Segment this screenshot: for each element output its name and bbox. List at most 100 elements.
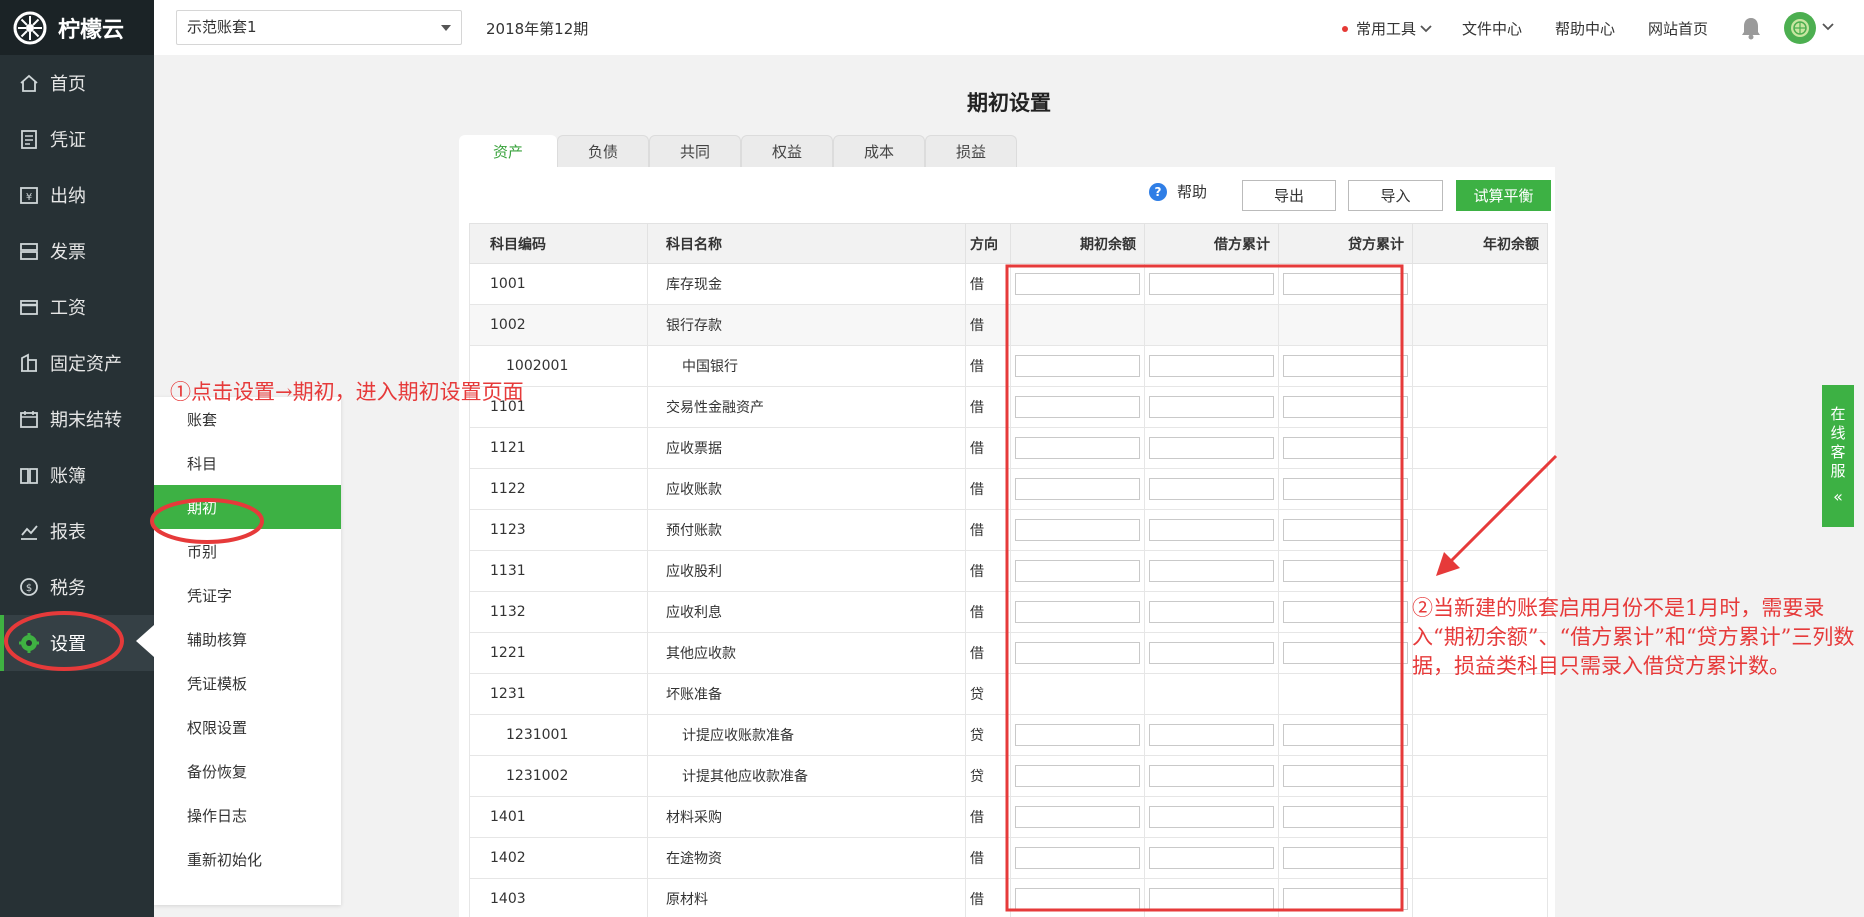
opening-balance-input[interactable] <box>1015 478 1140 500</box>
svg-text:$: $ <box>26 583 32 594</box>
debit-total-input[interactable] <box>1149 396 1274 418</box>
row-input-cell <box>1278 796 1413 838</box>
credit-total-input[interactable] <box>1283 273 1408 295</box>
opening-balance-input[interactable] <box>1015 355 1140 377</box>
row-year-opening <box>1412 755 1548 797</box>
sidebar-item-ledger[interactable]: 账簿 <box>0 447 154 503</box>
opening-balance-input[interactable] <box>1015 437 1140 459</box>
credit-total-input[interactable] <box>1283 765 1408 787</box>
trial-balance-button[interactable]: 试算平衡 <box>1456 180 1551 211</box>
sidebar-item-gear[interactable]: 设置 <box>0 615 154 671</box>
opening-balance-input[interactable] <box>1015 396 1140 418</box>
credit-total-input[interactable] <box>1283 396 1408 418</box>
sidebar-item-tax[interactable]: $ 税务 <box>0 559 154 615</box>
chevron-down-icon[interactable] <box>1822 22 1834 32</box>
debit-total-input[interactable] <box>1149 437 1274 459</box>
table-row: 1231001 计提应收账款准备贷 <box>469 714 1548 756</box>
opening-balance-input[interactable] <box>1015 560 1140 582</box>
logo[interactable]: 柠檬云 <box>0 0 154 55</box>
credit-total-input[interactable] <box>1283 888 1408 910</box>
opening-balance-input[interactable] <box>1015 601 1140 623</box>
opening-balance-input[interactable] <box>1015 519 1140 541</box>
credit-total-input[interactable] <box>1283 806 1408 828</box>
row-code: 1403 <box>469 878 648 917</box>
credit-total-input[interactable] <box>1283 601 1408 623</box>
website-home-link[interactable]: 网站首页 <box>1648 18 1708 39</box>
row-input-cell <box>1278 345 1413 387</box>
row-code: 1121 <box>469 427 648 469</box>
opening-balance-input[interactable] <box>1015 888 1140 910</box>
tools-menu[interactable]: 常用工具 <box>1342 18 1432 39</box>
debit-total-input[interactable] <box>1149 273 1274 295</box>
settings-menu-item-2[interactable]: 期初 <box>154 485 341 529</box>
help-button[interactable]: ? 帮助 <box>1149 181 1207 202</box>
opening-balance-table: 科目编码 科目名称 方向 期初余额 借方累计 贷方累计 年初余额 1001 库存现… <box>469 223 1548 917</box>
account-select[interactable]: 示范账套1 <box>176 10 462 45</box>
debit-total-input[interactable] <box>1149 724 1274 746</box>
sidebar-item-voucher[interactable]: 凭证 <box>0 111 154 167</box>
import-button[interactable]: 导入 <box>1348 180 1443 211</box>
sidebar-item-home[interactable]: 首页 <box>0 55 154 111</box>
sidebar-item-salary[interactable]: 工资 <box>0 279 154 335</box>
debit-total-input[interactable] <box>1149 888 1274 910</box>
debit-total-input[interactable] <box>1149 355 1274 377</box>
tab-0[interactable]: 资产 <box>459 135 557 167</box>
tab-2[interactable]: 共同 <box>649 135 741 167</box>
sidebar-item-period-close[interactable]: 期末结转 <box>0 391 154 447</box>
table-row: 1001 库存现金借 <box>469 263 1548 305</box>
sidebar-item-invoice[interactable]: 发票 <box>0 223 154 279</box>
sidebar-item-fixed-asset[interactable]: 固定资产 <box>0 335 154 391</box>
settings-menu-item-6[interactable]: 凭证模板 <box>154 661 341 705</box>
export-button[interactable]: 导出 <box>1242 180 1336 211</box>
opening-balance-input[interactable] <box>1015 847 1140 869</box>
help-center-link[interactable]: 帮助中心 <box>1555 18 1615 39</box>
sidebar-item-label: 设置 <box>50 634 86 655</box>
debit-total-input[interactable] <box>1149 642 1274 664</box>
opening-balance-input[interactable] <box>1015 273 1140 295</box>
credit-total-input[interactable] <box>1283 724 1408 746</box>
row-name: 原材料 <box>647 878 966 917</box>
sidebar-item-cashier[interactable]: ¥ 出纳 <box>0 167 154 223</box>
credit-total-input[interactable] <box>1283 519 1408 541</box>
settings-menu-item-4[interactable]: 凭证字 <box>154 573 341 617</box>
debit-total-input[interactable] <box>1149 806 1274 828</box>
opening-balance-input[interactable] <box>1015 724 1140 746</box>
settings-menu-item-7[interactable]: 权限设置 <box>154 705 341 749</box>
tax-icon: $ <box>20 578 38 596</box>
settings-menu-item-10[interactable]: 重新初始化 <box>154 837 341 881</box>
debit-total-input[interactable] <box>1149 601 1274 623</box>
settings-menu-item-5[interactable]: 辅助核算 <box>154 617 341 661</box>
credit-total-input[interactable] <box>1283 642 1408 664</box>
row-direction: 借 <box>965 345 1011 387</box>
online-service-button[interactable]: 在线客服 « <box>1822 385 1854 527</box>
settings-menu-item-9[interactable]: 操作日志 <box>154 793 341 837</box>
avatar[interactable] <box>1784 12 1816 44</box>
settings-menu-item-1[interactable]: 科目 <box>154 441 341 485</box>
opening-balance-input[interactable] <box>1015 806 1140 828</box>
tab-3[interactable]: 权益 <box>741 135 833 167</box>
home-icon <box>20 74 38 92</box>
debit-total-input[interactable] <box>1149 765 1274 787</box>
tab-4[interactable]: 成本 <box>833 135 925 167</box>
settings-menu-item-3[interactable]: 币别 <box>154 529 341 573</box>
debit-total-input[interactable] <box>1149 478 1274 500</box>
debit-total-input[interactable] <box>1149 847 1274 869</box>
ledger-icon <box>20 468 38 484</box>
credit-total-input[interactable] <box>1283 847 1408 869</box>
tab-1[interactable]: 负债 <box>557 135 649 167</box>
tab-5[interactable]: 损益 <box>925 135 1017 167</box>
bell-icon[interactable] <box>1740 16 1762 40</box>
opening-balance-input[interactable] <box>1015 642 1140 664</box>
debit-total-input[interactable] <box>1149 519 1274 541</box>
credit-total-input[interactable] <box>1283 560 1408 582</box>
opening-balance-input[interactable] <box>1015 765 1140 787</box>
debit-total-input[interactable] <box>1149 560 1274 582</box>
credit-total-input[interactable] <box>1283 478 1408 500</box>
credit-total-input[interactable] <box>1283 355 1408 377</box>
credit-total-input[interactable] <box>1283 437 1408 459</box>
file-center-link[interactable]: 文件中心 <box>1462 18 1522 39</box>
report-icon <box>21 525 38 540</box>
settings-menu-item-8[interactable]: 备份恢复 <box>154 749 341 793</box>
row-direction: 借 <box>965 509 1011 551</box>
sidebar-item-report[interactable]: 报表 <box>0 503 154 559</box>
